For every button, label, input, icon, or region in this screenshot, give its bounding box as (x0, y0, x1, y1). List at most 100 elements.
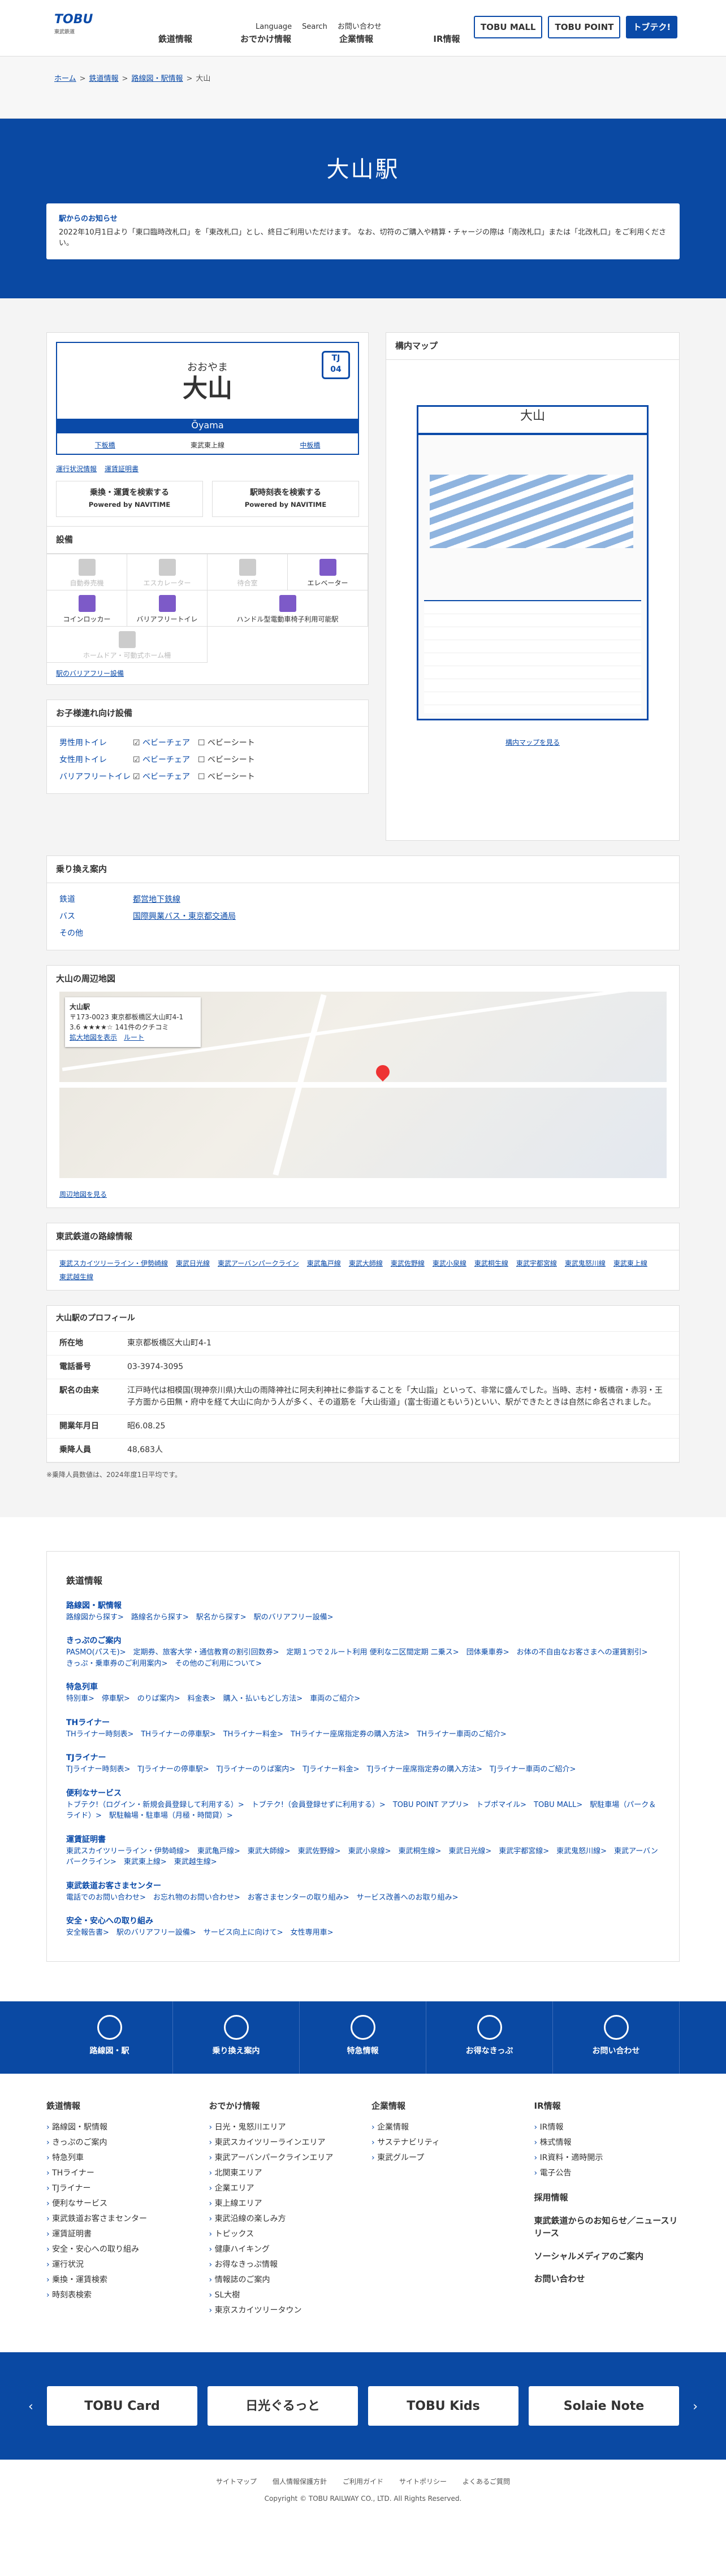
route-link[interactable]: 東武宇都宮線 (516, 1258, 557, 1269)
footer-link[interactable]: 東武スカイツリーラインエリア (209, 2135, 355, 2151)
footer-link[interactable]: 北関東エリア (209, 2166, 355, 2181)
link-group-items[interactable]: 東武スカイツリーライン・伊勢崎線> 東武亀戸線> 東武大師線> 東武佐野線> 東… (66, 1846, 660, 1868)
footer-link[interactable]: 特急列車 (46, 2151, 192, 2166)
banner-tobu-card[interactable]: TOBU Card (47, 2386, 197, 2426)
footer-link[interactable]: IR情報 (534, 2120, 680, 2135)
footer-heading[interactable]: ソーシャルメディアのご案内 (534, 2250, 680, 2263)
route-link[interactable]: 東武東上線 (613, 1258, 647, 1269)
route-link[interactable]: 東武大師線 (349, 1258, 383, 1269)
tobutech-button[interactable]: トブテク! (626, 16, 678, 38)
nav-railway[interactable]: 鉄道情報 (130, 33, 221, 46)
privacy-link[interactable]: 個人情報保護方針 (273, 2477, 327, 2487)
route-link[interactable]: 東武桐生線 (474, 1258, 508, 1269)
footer-link[interactable]: 東武アーバンパークラインエリア (209, 2151, 355, 2166)
breadcrumb-home[interactable]: ホーム (54, 73, 76, 118)
route-link[interactable]: 東武小泉線 (433, 1258, 466, 1269)
footer-heading[interactable]: 企業情報 (371, 2100, 517, 2113)
link-group-heading[interactable]: 便利なサービス (66, 1788, 660, 1800)
link-group-items[interactable]: 路線図から探す> 路線名から探す> 駅名から探す> 駅のバリアフリー設備> (66, 1612, 660, 1623)
link-group-heading[interactable]: THライナー (66, 1717, 660, 1729)
footer-heading[interactable]: 採用情報 (534, 2191, 680, 2204)
footer-link[interactable]: IR資料・適時開示 (534, 2151, 680, 2166)
footer-link[interactable]: 電子公告 (534, 2166, 680, 2181)
breadcrumb-map[interactable]: 路線図・駅情報 (131, 73, 183, 118)
banner-nikko[interactable]: 日光ぐるっと (208, 2386, 358, 2426)
route-link[interactable]: 東武スカイツリーライン・伊勢崎線 (59, 1258, 168, 1269)
link-group-items[interactable]: 安全報告書> 駅のバリアフリー設備> サービス向上に向けて> 女性専用車> (66, 1927, 660, 1939)
link-group-heading[interactable]: 東武鉄道お客さまセンター (66, 1880, 660, 1892)
operation-status-link[interactable]: 運行状況情報 (56, 464, 97, 474)
breadcrumb-railway[interactable]: 鉄道情報 (89, 73, 119, 118)
transfer-quick-icon[interactable]: 乗り換え案内 (173, 2001, 300, 2074)
footer-heading[interactable]: 鉄道情報 (46, 2100, 192, 2113)
footer-heading[interactable]: おでかけ情報 (209, 2100, 355, 2113)
search-link[interactable]: Search (302, 21, 327, 33)
google-map[interactable]: 大山駅 〒173-0023 東京都板橋区大山町4-1 3.6 ★★★★☆ 141件の… (59, 992, 667, 1178)
link-group-heading[interactable]: 特急列車 (66, 1682, 660, 1693)
fare-certificate-link[interactable]: 運賃証明書 (105, 464, 139, 474)
footer-link[interactable]: 路線図・駅情報 (46, 2120, 192, 2135)
station-map-image[interactable]: 大山 (417, 405, 649, 720)
footer-link[interactable]: トピックス (209, 2227, 355, 2242)
tobu-logo[interactable]: TOBU 東武鉄道 (54, 10, 93, 37)
route-link[interactable]: 東武亀戸線 (307, 1258, 341, 1269)
route-link[interactable]: 東武アーバンパークライン (218, 1258, 299, 1269)
footer-link[interactable]: 東武鉄道お客さまセンター (46, 2212, 192, 2227)
policy-link[interactable]: サイトポリシー (399, 2477, 447, 2487)
link-group-heading[interactable]: TJライナー (66, 1752, 660, 1764)
link-group-heading[interactable]: 運賃証明書 (66, 1834, 660, 1846)
chevron-left-icon[interactable]: ‹ (28, 2397, 33, 2416)
banner-solaie[interactable]: Solaie Note (529, 2386, 679, 2426)
footer-link[interactable]: 便利なサービス (46, 2196, 192, 2212)
footer-heading[interactable]: IR情報 (534, 2100, 680, 2113)
footer-link[interactable]: 東武沿線の楽しみ方 (209, 2212, 355, 2227)
footer-link[interactable]: 日光・鬼怒川エリア (209, 2120, 355, 2135)
footer-link[interactable]: SL大樹 (209, 2288, 355, 2303)
sitemap-link[interactable]: サイトマップ (216, 2477, 257, 2487)
footer-link[interactable]: 株式情報 (534, 2135, 680, 2151)
guide-link[interactable]: ご利用ガイド (343, 2477, 383, 2487)
footer-link[interactable]: TJライナー (46, 2181, 192, 2196)
link-group-heading[interactable]: 安全・安心への取り組み (66, 1915, 660, 1927)
next-station[interactable]: 中板橋 (300, 440, 320, 450)
faq-link[interactable]: よくあるご質問 (463, 2477, 510, 2487)
link-group-heading[interactable]: きっぷのご案内 (66, 1635, 660, 1647)
prev-station[interactable]: 下板橋 (95, 440, 115, 450)
footer-link[interactable]: 企業情報 (371, 2120, 517, 2135)
route-map-quick-icon[interactable]: 路線図・駅 (46, 2001, 173, 2074)
route-search-button[interactable]: 乗換・運賃を検索する Powered by NAVITIME (56, 481, 203, 517)
route-link[interactable]: 東武越生線 (59, 1272, 93, 1282)
footer-link[interactable]: きっぷのご案内 (46, 2135, 192, 2151)
banner-tobu-kids[interactable]: TOBU Kids (368, 2386, 518, 2426)
timetable-search-button[interactable]: 駅時刻表を検索する Powered by NAVITIME (212, 481, 359, 517)
link-group-items[interactable]: THライナー時刻表> THライナーの停車駅> THライナー料金> THライナー座… (66, 1729, 660, 1740)
footer-link[interactable]: 運行状況 (46, 2257, 192, 2273)
footer-link[interactable]: 東上線エリア (209, 2196, 355, 2212)
nav-outing[interactable]: おでかけ情報 (221, 33, 311, 46)
link-group-items[interactable]: 特別車> 停車駅> のりば案内> 料金表> 購入・払いもどし方法> 車両のご紹介… (66, 1693, 660, 1705)
footer-link[interactable]: 東武グループ (371, 2151, 517, 2166)
route-link[interactable]: 東武鬼怒川線 (565, 1258, 606, 1269)
express-quick-icon[interactable]: 特急情報 (300, 2001, 426, 2074)
station-map-link[interactable]: 構内マップを見る (505, 739, 560, 746)
footer-link[interactable]: 東京スカイツリータウン (209, 2303, 355, 2318)
link-group-items[interactable]: 電話でのお問い合わせ> お忘れ物のお問い合わせ> お客さまセンターの取り組み> … (66, 1892, 660, 1904)
footer-link[interactable]: サステナビリティ (371, 2135, 517, 2151)
link-group-items[interactable]: PASMO(パスモ)> 定期券、旅客大学・通信教育の割引回数券> 定期１つで２ル… (66, 1647, 660, 1669)
contact-quick-icon[interactable]: お問い合わせ (553, 2001, 680, 2074)
tobu-mall-button[interactable]: TOBU MALL (474, 16, 543, 38)
footer-link[interactable]: 運賃証明書 (46, 2227, 192, 2242)
footer-link[interactable]: 安全・安心への取り組み (46, 2242, 192, 2257)
ticket-quick-icon[interactable]: お得なきっぷ (426, 2001, 553, 2074)
route-link[interactable]: 東武日光線 (176, 1258, 210, 1269)
link-group-heading[interactable]: 路線図・駅情報 (66, 1600, 660, 1612)
chevron-right-icon[interactable]: › (693, 2397, 698, 2416)
footer-link[interactable]: 企業エリア (209, 2181, 355, 2196)
footer-link[interactable]: THライナー (46, 2166, 192, 2181)
footer-link[interactable]: お得なきっぷ情報 (209, 2257, 355, 2273)
language-link[interactable]: Language (256, 21, 292, 33)
barrier-free-link[interactable]: 駅のバリアフリー設備 (56, 670, 124, 677)
tobu-point-button[interactable]: TOBU POINT (548, 16, 621, 38)
footer-link[interactable]: 時刻表検索 (46, 2288, 192, 2303)
nav-company[interactable]: 企業情報 (311, 33, 401, 46)
